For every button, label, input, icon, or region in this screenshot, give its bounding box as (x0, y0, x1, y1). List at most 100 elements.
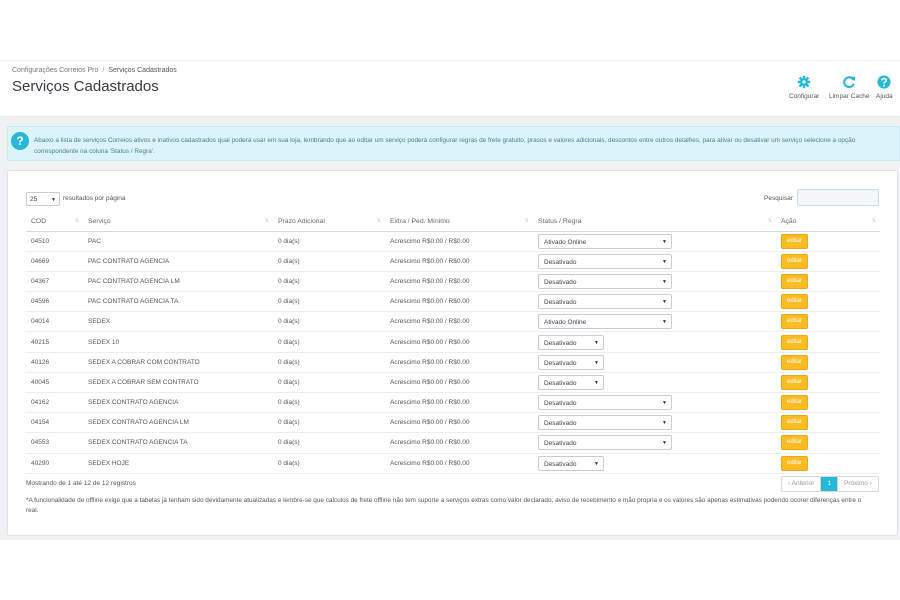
edit-button[interactable]: editar (781, 314, 808, 330)
help-button[interactable]: Ajuda (876, 75, 893, 100)
chevron-down-icon: ▼ (662, 278, 667, 285)
edit-button[interactable]: editar (781, 435, 808, 451)
status-select[interactable]: Ativado Online ▼ (538, 314, 672, 330)
cell-prazo: 0 dia(s) (273, 251, 385, 272)
cell-action: editar (776, 231, 880, 252)
status-value: Desativado (544, 258, 577, 266)
cell-status: Desativado ▼ (533, 372, 776, 394)
per-page-control: 25 ▼ resultados por página (26, 190, 126, 208)
table-row: 04367 PAC CONTRATO AGENCIA LM 0 dia(s) Acre… (26, 271, 880, 293)
cell-extra: Acrescimo R$0.00 / R$0.00 (385, 271, 533, 293)
status-select[interactable]: Desativado ▼ (538, 395, 672, 411)
status-select[interactable]: Desativado ▼ (538, 334, 604, 350)
cell-extra: Acrescimo R$0.00 / R$0.00 (385, 251, 533, 272)
per-page-value: 25 (30, 195, 38, 203)
column-header-cod[interactable]: COD ⇅ (26, 213, 83, 232)
pagination-next[interactable]: Próximo › (838, 477, 878, 491)
status-select[interactable]: Desativado ▼ (538, 253, 672, 269)
cell-status: Desativado ▼ (533, 271, 776, 293)
status-value: Desativado (544, 460, 577, 468)
table-row: 40290 SEDEX HOJE 0 dia(s) Acrescimo R$0.00 … (26, 453, 880, 474)
chevron-down-icon: ▼ (662, 299, 667, 306)
status-value: Desativado (544, 440, 577, 448)
breadcrumb: Configurações Correios Pro / Serviços Cada… (12, 67, 177, 74)
cell-servico: SEDEX (83, 311, 273, 333)
pagination-page-1[interactable]: 1 (821, 477, 839, 491)
chevron-down-icon: ▼ (662, 258, 667, 265)
edit-button[interactable]: editar (781, 334, 808, 350)
cell-extra: Acrescimo R$0.00 / R$0.00 (385, 231, 533, 252)
column-header-extra[interactable]: Extra / Ped. Mínimo ⇅ (385, 213, 533, 232)
status-select[interactable]: Desativado ▼ (538, 273, 672, 289)
cell-servico: SEDEX A COBRAR COM CONTRATO (83, 352, 273, 373)
cell-servico: PAC CONTRATO AGENCIA TA (83, 291, 273, 313)
table-row: 40045 SEDEX A COBRAR SEM CONTRATO 0 dia(s)… (26, 372, 880, 394)
clear-cache-button[interactable]: Limpar Cache (829, 75, 869, 100)
search-input[interactable] (797, 189, 879, 206)
info-text: Abaixo a lista de serviços Correios ativ… (34, 137, 856, 155)
table-header-row: COD ⇅ Serviço ⇅ Prazo Adicional ⇅ Extra / P… (26, 213, 880, 232)
edit-button[interactable]: editar (781, 415, 808, 431)
cell-extra: Acrescimo R$0.00 / R$0.00 (385, 311, 533, 333)
status-select[interactable]: Desativado ▼ (538, 354, 604, 370)
edit-button[interactable]: editar (781, 395, 808, 411)
chevron-down-icon: ▼ (662, 319, 667, 326)
edit-button[interactable]: editar (781, 294, 808, 310)
services-table: COD ⇅ Serviço ⇅ Prazo Adicional ⇅ Extra / P… (26, 213, 880, 474)
edit-button[interactable]: editar (781, 455, 808, 471)
cell-extra: Acrescimo R$0.00 / R$0.00 (385, 453, 533, 474)
status-select[interactable]: Desativado ▼ (538, 435, 672, 451)
sort-icon: ⇅ (264, 218, 269, 224)
table-row: 04510 PAC 0 dia(s) Acrescimo R$0.00 / R$0.0… (26, 231, 880, 252)
services-panel: 25 ▼ resultados por página Pesquisar COD… (7, 170, 898, 536)
edit-button[interactable]: editar (781, 354, 808, 370)
per-page-select[interactable]: 25 ▼ (26, 191, 60, 206)
edit-button[interactable]: editar (781, 374, 808, 390)
cell-cod: 04154 (26, 412, 83, 434)
status-select[interactable]: Desativado ▼ (538, 455, 604, 471)
sort-icon: ⇅ (376, 218, 381, 224)
breadcrumb-separator: / (102, 67, 105, 74)
cell-action: editar (776, 432, 880, 454)
cell-cod: 40215 (26, 331, 83, 353)
cell-prazo: 0 dia(s) (273, 392, 385, 414)
cell-extra: Acrescimo R$0.00 / R$0.00 (385, 372, 533, 394)
sort-icon: ⇅ (871, 218, 876, 224)
column-header-status[interactable]: Status / Regra ⇅ (533, 213, 776, 232)
status-select[interactable]: Ativado Online ▼ (538, 233, 672, 249)
edit-button[interactable]: editar (781, 233, 808, 249)
gear-icon (797, 75, 811, 89)
breadcrumb-parent-link[interactable]: Configurações Correios Pro (12, 67, 98, 74)
status-select[interactable]: Desativado ▼ (538, 374, 604, 390)
status-select[interactable]: Desativado ▼ (538, 294, 672, 310)
cell-prazo: 0 dia(s) (273, 432, 385, 454)
edit-button[interactable]: editar (781, 253, 808, 269)
cell-prazo: 0 dia(s) (273, 352, 385, 373)
search-label: Pesquisar (764, 195, 793, 202)
pagination-previous[interactable]: ‹ Anterior (782, 477, 822, 491)
cell-extra: Acrescimo R$0.00 / R$0.00 (385, 352, 533, 373)
cell-action: editar (776, 291, 880, 313)
status-value: Desativado (544, 278, 577, 286)
configure-button[interactable]: Configurar (789, 75, 819, 100)
cell-cod: 04596 (26, 291, 83, 313)
cell-action: editar (776, 372, 880, 394)
status-value: Desativado (544, 400, 577, 408)
column-header-prazo[interactable]: Prazo Adicional ⇅ (273, 213, 385, 232)
chevron-down-icon: ▼ (594, 379, 599, 386)
status-value: Ativado Online (544, 238, 587, 246)
page-title: Serviços Cadastrados (12, 78, 159, 95)
chevron-down-icon: ▼ (662, 420, 667, 427)
table-row: 04669 PAC CONTRATO AGENCIA 0 dia(s) Acresci… (26, 251, 880, 272)
cell-action: editar (776, 271, 880, 293)
status-select[interactable]: Desativado ▼ (538, 415, 672, 431)
cell-cod: 04162 (26, 392, 83, 414)
cell-prazo: 0 dia(s) (273, 453, 385, 474)
table-row: 40215 SEDEX 10 0 dia(s) Acrescimo R$0.00 / … (26, 331, 880, 353)
edit-button[interactable]: editar (781, 273, 808, 289)
cell-action: editar (776, 311, 880, 333)
column-header-servico[interactable]: Serviço ⇅ (83, 213, 273, 232)
cell-prazo: 0 dia(s) (273, 311, 385, 333)
cell-servico: SEDEX CONTRATO AGENCIA (83, 392, 273, 414)
column-header-acao[interactable]: Ação ⇅ (776, 213, 880, 232)
